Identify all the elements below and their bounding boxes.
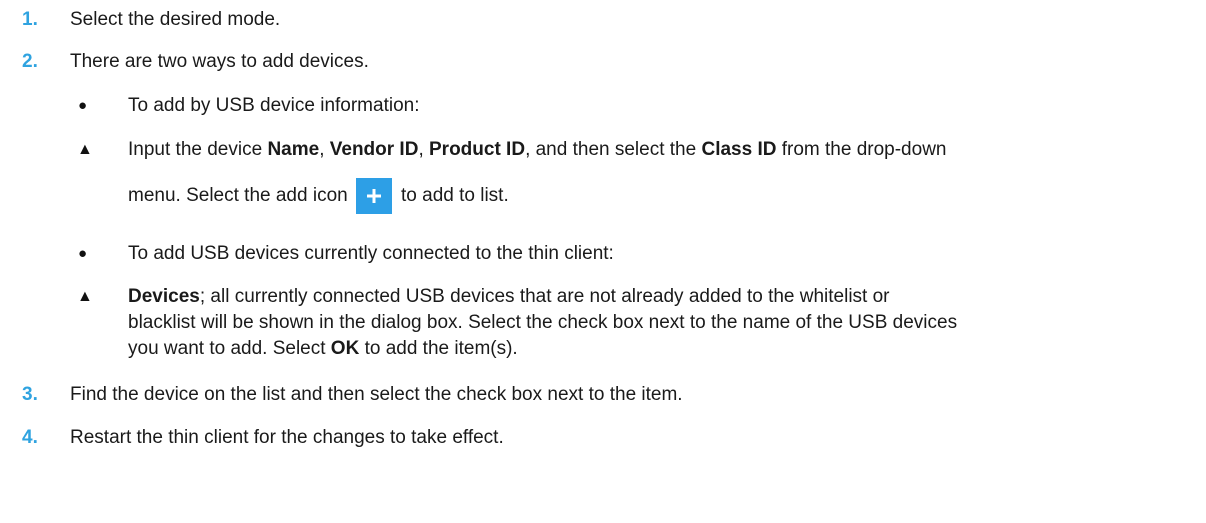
triangle-2-line-2: blacklist will be shown in the dialog bo… — [128, 312, 958, 333]
bold-name: Name — [267, 139, 320, 160]
step-4-number: 4. — [22, 427, 38, 448]
bold-ok: OK — [330, 338, 360, 359]
bold-product-id: Product ID — [429, 139, 526, 160]
bullet-marker: ● — [78, 245, 88, 262]
text-fragment: from the drop-down — [776, 139, 947, 160]
bold-vendor-id: Vendor ID — [329, 139, 419, 160]
instructions-document: 1. Select the desired mode. 2. There are… — [0, 0, 1206, 523]
step-1-text: Select the desired mode. — [70, 9, 281, 30]
triangle-2-line-3: you want to add. Select OK to add the it… — [128, 337, 518, 361]
text-fragment: , — [418, 139, 429, 160]
text-fragment: ; all currently connected USB devices th… — [199, 286, 890, 307]
bold-class-id: Class ID — [701, 139, 777, 160]
bullet-marker: ● — [78, 97, 88, 114]
step-1-number: 1. — [22, 9, 38, 30]
step-3-number: 3. — [22, 384, 38, 405]
bullet-2-text: To add USB devices currently connected t… — [128, 243, 614, 264]
step-4-text: Restart the thin client for the changes … — [70, 427, 504, 448]
bullet-1-text: To add by USB device information: — [128, 95, 420, 116]
triangle-1-line-2b: to add to list. — [401, 185, 509, 206]
step-3-text: Find the device on the list and then sel… — [70, 384, 683, 405]
step-2-number: 2. — [22, 51, 38, 72]
triangle-1-line-2a: menu. Select the add icon — [128, 185, 348, 206]
bold-devices: Devices — [128, 286, 200, 307]
triangle-1-line-1: Input the device Name, Vendor ID, Produc… — [128, 138, 946, 162]
text-fragment: Input the device — [128, 139, 268, 160]
step-2-text: There are two ways to add devices. — [70, 51, 369, 72]
triangle-2-line-1: Devices; all currently connected USB dev… — [128, 285, 890, 309]
plus-glyph — [367, 189, 381, 203]
triangle-marker: ▲ — [77, 141, 93, 158]
text-fragment: , and then select the — [525, 139, 702, 160]
plus-icon — [356, 178, 392, 214]
text-fragment: to add the item(s). — [359, 338, 518, 359]
text-fragment: , — [319, 139, 330, 160]
text-fragment: you want to add. Select — [128, 338, 331, 359]
triangle-marker: ▲ — [77, 288, 93, 305]
